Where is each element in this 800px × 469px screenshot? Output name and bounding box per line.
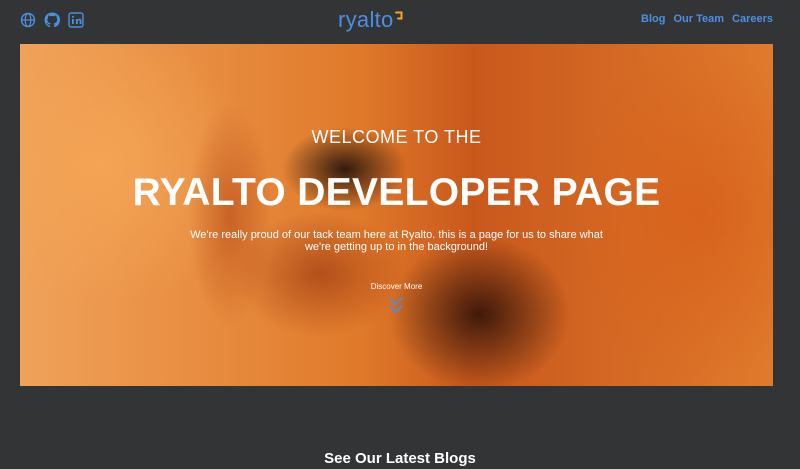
main-nav: Blog Our Team Careers [641, 13, 773, 25]
hero-eyebrow: WELCOME TO THE [311, 127, 482, 147]
latest-blogs-heading: See Our Latest Blogs [324, 450, 476, 468]
ryalto-logo[interactable]: ryalto [338, 7, 403, 35]
github-icon[interactable] [44, 12, 60, 28]
nav-link-blog[interactable]: Blog [641, 13, 665, 25]
logo-text: ryalto [338, 7, 394, 32]
logo-mark-icon [394, 11, 403, 20]
hero-headline: RYALTO DEVELOPER PAGE [132, 171, 661, 214]
social-links [20, 12, 84, 28]
hero-banner: WELCOME TO THE RYALTO DEVELOPER PAGE We'… [20, 44, 773, 386]
discover-more-link[interactable]: Discover More [20, 282, 773, 291]
nav-link-our-team[interactable]: Our Team [673, 13, 724, 25]
linkedin-icon[interactable] [68, 12, 84, 28]
top-bar: ryalto Blog Our Team Careers [0, 0, 800, 44]
double-chevron-down-icon[interactable] [388, 296, 404, 316]
hero-tagline: We're really proud of our tack team here… [190, 229, 603, 253]
globe-icon[interactable] [20, 12, 36, 28]
nav-link-careers[interactable]: Careers [732, 13, 773, 25]
hero-content: WELCOME TO THE RYALTO DEVELOPER PAGE We'… [20, 44, 773, 386]
